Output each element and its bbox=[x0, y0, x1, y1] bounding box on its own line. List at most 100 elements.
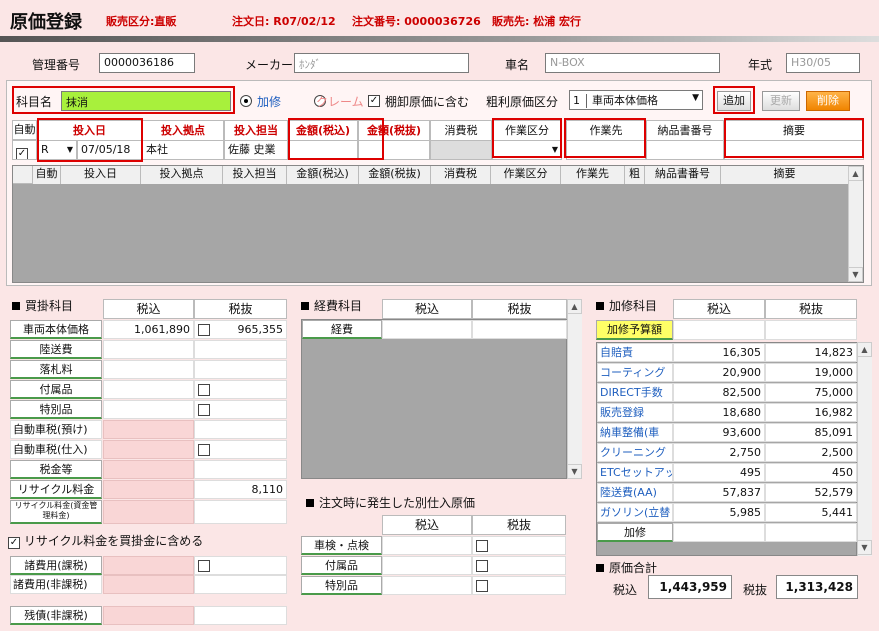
betsu-in-0[interactable] bbox=[382, 536, 472, 555]
kashu-out-0[interactable]: 14,823 bbox=[765, 343, 857, 362]
recycle-option[interactable]: ✓ リサイクル料金を買掛金に含める bbox=[8, 532, 203, 549]
car-name-field[interactable]: N-BOX bbox=[545, 53, 720, 73]
kashu-scrollbar[interactable] bbox=[857, 342, 872, 556]
kaikake-in-3[interactable] bbox=[103, 380, 194, 399]
kashu-out-8[interactable]: 5,441 bbox=[765, 503, 857, 522]
kashu-item-7[interactable]: 陸送費(AA) bbox=[597, 483, 673, 502]
kashu-budget-out[interactable] bbox=[765, 320, 857, 340]
kaikake-item-2[interactable]: 落札料 bbox=[10, 360, 102, 379]
keihi-grid[interactable] bbox=[301, 319, 567, 479]
scroll-up-icon[interactable]: ▲ bbox=[567, 299, 582, 314]
kashu-item-8[interactable]: ガソリン(立替 bbox=[597, 503, 673, 522]
tana-checkbox[interactable]: ✓ bbox=[368, 95, 380, 107]
kashu-in-6[interactable]: 495 bbox=[673, 463, 765, 482]
scroll-up-icon[interactable]: ▲ bbox=[848, 166, 863, 181]
subject-field[interactable]: 抹消 bbox=[61, 91, 231, 111]
kaikake-item-1[interactable]: 陸送費 bbox=[10, 340, 102, 359]
recycle-checkbox[interactable]: ✓ bbox=[8, 537, 20, 549]
kashu-out-7[interactable]: 52,579 bbox=[765, 483, 857, 502]
kashu-row-out[interactable] bbox=[765, 523, 857, 542]
kaikake-in-4[interactable] bbox=[103, 400, 194, 419]
scroll-down-icon[interactable]: ▼ bbox=[857, 540, 872, 555]
kashu-in-5[interactable]: 2,750 bbox=[673, 443, 765, 462]
kaikake-in-0[interactable]: 1,061,890 bbox=[103, 320, 194, 339]
update-button[interactable]: 更新 bbox=[762, 91, 800, 111]
scroll-up-icon[interactable]: ▲ bbox=[857, 342, 872, 357]
kashu-out-1[interactable]: 19,000 bbox=[765, 363, 857, 382]
misc-taxable-checkbox[interactable] bbox=[198, 560, 210, 572]
kashu-in-7[interactable]: 57,837 bbox=[673, 483, 765, 502]
kaikake-in-7[interactable] bbox=[103, 460, 194, 479]
kashu-button[interactable]: 加修 bbox=[597, 523, 673, 542]
base-field[interactable]: 本社 bbox=[142, 140, 224, 160]
scroll-down-icon[interactable]: ▼ bbox=[567, 464, 582, 479]
kashu-item-2[interactable]: DIRECT手数 bbox=[597, 383, 673, 402]
grid-scrollbar[interactable] bbox=[848, 166, 863, 282]
kashu-in-2[interactable]: 82,500 bbox=[673, 383, 765, 402]
kashu-out-6[interactable]: 450 bbox=[765, 463, 857, 482]
keihi-out[interactable] bbox=[472, 320, 567, 339]
kaikake-checkbox-6[interactable] bbox=[198, 444, 210, 456]
kashu-in-1[interactable]: 20,900 bbox=[673, 363, 765, 382]
arari-select[interactable]: 1 車両本体価格 ▼ bbox=[569, 90, 703, 110]
betsu-item-0[interactable]: 車検・点検 bbox=[301, 536, 382, 555]
kashu-row-in[interactable] bbox=[673, 523, 765, 542]
betsu-in-2[interactable] bbox=[382, 576, 472, 595]
kashu-in-0[interactable]: 16,305 bbox=[673, 343, 765, 362]
keihi-button[interactable]: 経費 bbox=[302, 320, 382, 339]
kashu-out-2[interactable]: 75,000 bbox=[765, 383, 857, 402]
add-button[interactable]: 追加 bbox=[717, 91, 751, 111]
misc-taxable-out[interactable] bbox=[194, 556, 287, 575]
delete-button[interactable]: 削除 bbox=[806, 91, 850, 111]
kaikake-checkbox-4[interactable] bbox=[198, 404, 210, 416]
kaikake-checkbox-0[interactable] bbox=[198, 324, 210, 336]
kaikake-item-7[interactable]: 税金等 bbox=[10, 460, 102, 479]
kashu-item-6[interactable]: ETCセットアッ bbox=[597, 463, 673, 482]
misc-taxable-in[interactable] bbox=[103, 556, 194, 575]
betsu-checkbox-2[interactable] bbox=[476, 580, 488, 592]
kaikake-in-8[interactable] bbox=[103, 480, 194, 499]
kaikake-in-6[interactable] bbox=[103, 440, 194, 459]
person-field[interactable]: 佐藤 史業 bbox=[224, 140, 288, 160]
kashu-budget-in[interactable] bbox=[673, 320, 765, 340]
kashu-item-4[interactable]: 納車整備(車 bbox=[597, 423, 673, 442]
kaikake-in-5[interactable] bbox=[103, 420, 194, 439]
kashu-in-8[interactable]: 5,985 bbox=[673, 503, 765, 522]
misc-taxable-button[interactable]: 諸費用(課税) bbox=[10, 556, 102, 575]
betsu-checkbox-1[interactable] bbox=[476, 560, 488, 572]
kashu-in-4[interactable]: 93,600 bbox=[673, 423, 765, 442]
radio-kashu[interactable] bbox=[240, 95, 252, 107]
betsu-item-1[interactable]: 付属品 bbox=[301, 556, 382, 575]
kashu-budget-button[interactable]: 加修予算額 bbox=[596, 320, 673, 340]
keihi-in[interactable] bbox=[382, 320, 472, 339]
delivery-no-field[interactable] bbox=[646, 140, 724, 160]
kaikake-item-4[interactable]: 特別品 bbox=[10, 400, 102, 419]
auto-checkbox[interactable]: ✓ bbox=[16, 148, 28, 159]
kaikake-item-8[interactable]: リサイクル料金 bbox=[10, 480, 102, 499]
maker-field[interactable]: ﾎﾝﾀﾞ bbox=[294, 53, 469, 73]
kashu-item-5[interactable]: クリーニング bbox=[597, 443, 673, 462]
kaikake-in-9[interactable] bbox=[103, 500, 194, 524]
betsu-item-2[interactable]: 特別品 bbox=[301, 576, 382, 595]
year-field[interactable]: H30/05 bbox=[786, 53, 860, 73]
zansai-in[interactable] bbox=[103, 606, 194, 625]
kaikake-in-2[interactable] bbox=[103, 360, 194, 379]
kaikake-item-9[interactable]: リサイクル料金(資金管理料金) bbox=[10, 500, 102, 524]
mgmt-number-field[interactable]: 0000036186 bbox=[99, 53, 195, 73]
kashu-out-3[interactable]: 16,982 bbox=[765, 403, 857, 422]
scroll-down-icon[interactable]: ▼ bbox=[848, 267, 863, 282]
kaikake-checkbox-3[interactable] bbox=[198, 384, 210, 396]
misc-nontaxable-in[interactable] bbox=[103, 575, 194, 594]
kashu-item-3[interactable]: 販売登録 bbox=[597, 403, 673, 422]
zansai-button[interactable]: 残債(非課税) bbox=[10, 606, 102, 625]
kashu-item-1[interactable]: コーティング bbox=[597, 363, 673, 382]
betsu-in-1[interactable] bbox=[382, 556, 472, 575]
betsu-checkbox-0[interactable] bbox=[476, 540, 488, 552]
kashu-item-0[interactable]: 自賠責 bbox=[597, 343, 673, 362]
kashu-out-5[interactable]: 2,500 bbox=[765, 443, 857, 462]
keihi-scrollbar[interactable] bbox=[567, 299, 582, 479]
kaikake-item-3[interactable]: 付属品 bbox=[10, 380, 102, 399]
kaikake-in-1[interactable] bbox=[103, 340, 194, 359]
kashu-in-3[interactable]: 18,680 bbox=[673, 403, 765, 422]
kashu-out-4[interactable]: 85,091 bbox=[765, 423, 857, 442]
